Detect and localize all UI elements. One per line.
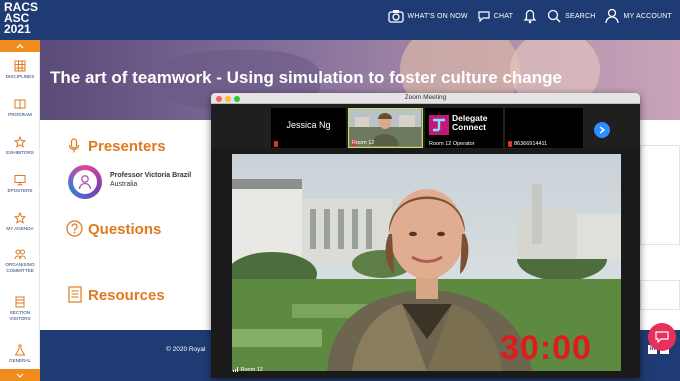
star-icon xyxy=(14,212,26,224)
sidebar-item-program[interactable]: PROGRAM xyxy=(0,98,40,118)
racs-asc-logo[interactable]: RACS ASC 2021 xyxy=(4,1,40,36)
participant-tile-phone[interactable]: 86366914411 xyxy=(505,108,583,148)
top-nav: WHAT'S ON NOW CHAT SEARCH MY ACCOUNT xyxy=(387,8,672,24)
presenters-heading: Presenters xyxy=(88,138,166,155)
app-root: RACS ASC 2021 WHAT'S ON NOW CHAT SEARCH xyxy=(0,0,680,381)
main-video-name: Room 12 xyxy=(240,367,263,373)
questions-heading: Questions xyxy=(88,221,162,238)
sidebar-item-my-agenda[interactable]: MY AGENDA xyxy=(0,212,40,232)
grid-icon xyxy=(14,60,26,72)
side-panel xyxy=(640,145,680,245)
sidebar-item-label: PROGRAM xyxy=(8,112,32,117)
sidebar-item-label: EPOSTERS xyxy=(7,188,33,193)
sidebar-scroll-up[interactable] xyxy=(0,40,40,52)
nav-search[interactable]: SEARCH xyxy=(547,9,595,23)
sidebar-item-section-visitors[interactable]: SECTION VISITORS xyxy=(0,296,40,321)
chat-icon xyxy=(478,11,490,22)
participant-tile-delegate-connect[interactable]: Delegate Connect Room 12 Operator xyxy=(425,108,503,148)
resources-heading: Resources xyxy=(88,287,165,304)
logo-line-3: 2021 xyxy=(4,22,31,36)
participant-label: Room 12 Operator xyxy=(429,141,475,147)
sidebar-item-label: EXHIBITORS xyxy=(6,150,34,155)
signal-icon xyxy=(233,367,238,373)
book-icon xyxy=(14,99,26,110)
sidebar-item-label: MY AGENDA xyxy=(6,226,34,231)
participant-name: Jessica Ng xyxy=(286,120,331,130)
chevron-down-icon xyxy=(16,373,24,378)
microphone-icon xyxy=(68,138,80,153)
building-icon xyxy=(15,296,25,308)
chat-bubble-icon xyxy=(655,331,669,343)
chat-button[interactable] xyxy=(648,323,676,351)
search-icon xyxy=(547,9,561,23)
participant-label: Room 12 xyxy=(352,140,375,146)
sidebar-item-disciplines[interactable]: DISCIPLINES xyxy=(0,60,40,80)
sidebar-item-label: ORGANISING xyxy=(5,262,35,267)
sidebar-item-label: GENERAL xyxy=(9,358,31,363)
countdown-timer: 30:00 xyxy=(500,329,592,367)
people-icon xyxy=(14,249,26,260)
muted-icon xyxy=(274,141,278,147)
participant-label: 86366914411 xyxy=(514,141,548,147)
chevron-right-icon xyxy=(599,126,605,134)
sidebar-scroll-down[interactable] xyxy=(0,369,40,381)
nav-label: WHAT'S ON NOW xyxy=(407,12,468,20)
sidebar-item-general[interactable]: GENERAL xyxy=(0,344,40,364)
camera-icon xyxy=(387,10,404,23)
sidebar-item-exhibitors[interactable]: EXHIBITORS xyxy=(0,136,40,156)
participant-strip: Jessica Ng Room 12 Delegate Connect Room… xyxy=(211,104,640,149)
participant-tile-room-12[interactable]: Room 12 xyxy=(348,108,423,148)
sidebar-item-label-2: VISITORS xyxy=(9,315,31,321)
monitor-icon xyxy=(14,175,26,186)
footer-copyright: © 2020 Royal xyxy=(166,346,206,353)
delegate-connect-name: Delegate Connect xyxy=(452,113,488,132)
chevron-up-icon xyxy=(16,43,24,48)
nav-whats-on-now[interactable]: WHAT'S ON NOW xyxy=(387,9,468,23)
question-icon xyxy=(66,220,83,237)
page-title: The art of teamwork - Using simulation t… xyxy=(50,68,562,87)
top-bar: RACS ASC 2021 WHAT'S ON NOW CHAT SEARCH xyxy=(0,0,680,40)
flask-icon xyxy=(14,344,26,356)
zoom-window-title: Zoom Meeting xyxy=(404,94,447,101)
sidebar-item-label: SECTION xyxy=(9,310,31,315)
user-icon xyxy=(78,175,92,190)
nav-label: SEARCH xyxy=(565,12,596,20)
sidebar-item-label-2: COMMITTEE xyxy=(6,267,34,273)
presenter-country: Australia xyxy=(110,181,138,188)
nav-label: MY ACCOUNT xyxy=(623,12,672,20)
muted-icon xyxy=(508,141,512,147)
side-panel-2 xyxy=(640,280,680,310)
star-icon xyxy=(14,136,26,148)
user-icon xyxy=(605,8,620,24)
sidebar-item-organising-committee[interactable]: ORGANISING COMMITTEE xyxy=(0,248,40,273)
next-page-button[interactable] xyxy=(594,122,610,138)
sidebar-item-label: DISCIPLINES xyxy=(5,74,35,79)
nav-notifications[interactable] xyxy=(523,8,537,24)
nav-my-account[interactable]: MY ACCOUNT xyxy=(605,8,672,24)
document-icon xyxy=(68,286,82,303)
sidebar-item-eposters[interactable]: EPOSTERS xyxy=(0,174,40,194)
participant-tile-jessica-ng[interactable]: Jessica Ng xyxy=(271,108,346,148)
bell-icon xyxy=(523,9,537,24)
presenter-name[interactable]: Professor Victoria Brazil xyxy=(110,172,191,179)
avatar xyxy=(68,165,102,199)
nav-label: CHAT xyxy=(493,12,514,20)
zoom-titlebar: Zoom Meeting xyxy=(211,93,640,104)
main-video-label: Room 12 xyxy=(233,367,263,373)
nav-chat[interactable]: CHAT xyxy=(478,10,513,22)
delegate-connect-logo-icon xyxy=(429,115,449,135)
sidebar: DISCIPLINES PROGRAM EXHIBITORS EPOSTERS … xyxy=(0,40,40,381)
